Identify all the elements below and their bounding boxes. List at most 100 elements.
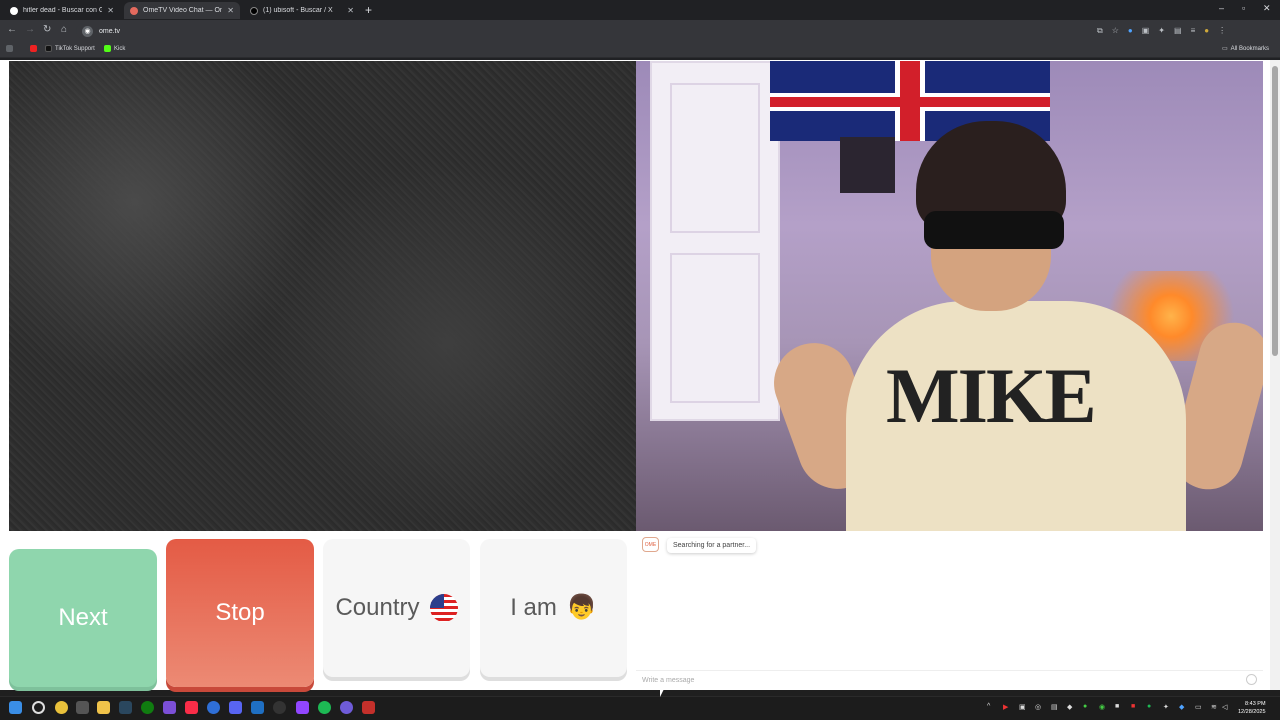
google-icon xyxy=(10,6,18,15)
app-icon[interactable] xyxy=(273,701,286,714)
bookmark-label: TikTok Support xyxy=(55,45,95,52)
music-icon[interactable] xyxy=(185,701,198,714)
bookmarks-bar xyxy=(0,42,1280,58)
chevron-up-icon[interactable]: ^ xyxy=(987,703,990,710)
tray-icon[interactable]: ● xyxy=(1083,703,1087,710)
twitch-icon[interactable] xyxy=(296,701,309,714)
tray-icon[interactable]: ◆ xyxy=(1067,703,1072,711)
tray-icon[interactable]: ◉ xyxy=(1099,703,1105,711)
tab-title: (1) ubisoft - Buscar / X xyxy=(263,7,333,14)
scrollbar-thumb[interactable] xyxy=(1272,66,1278,356)
tab-title: OmeTV Video Chat — Ome xyxy=(143,7,223,14)
tab-ometv[interactable]: OmeTV Video Chat — Ome ✕ xyxy=(124,2,240,19)
ometv-logo-icon: OME xyxy=(642,537,659,552)
bookmark-label: Kick xyxy=(114,45,126,52)
us-flag-icon xyxy=(429,594,458,622)
bookmark-kick[interactable]: Kick xyxy=(104,45,125,52)
app-icon[interactable] xyxy=(251,701,264,714)
next-button[interactable]: Next xyxy=(9,549,157,687)
file-explorer-icon[interactable] xyxy=(97,701,110,714)
app-icon[interactable] xyxy=(207,701,220,714)
new-tab-button[interactable]: + xyxy=(365,3,372,17)
tray-icon[interactable]: ◆ xyxy=(1179,703,1184,711)
bookmark-youtube[interactable] xyxy=(30,45,37,52)
window-close-icon[interactable]: ✕ xyxy=(1263,3,1271,14)
xbox-icon[interactable] xyxy=(141,701,154,714)
emoji-icon[interactable] xyxy=(1246,674,1257,685)
clock-date: 12/28/2025 xyxy=(1238,709,1266,715)
extension-icon[interactable]: ● xyxy=(1128,26,1133,36)
youtube-icon[interactable] xyxy=(362,701,375,714)
tray-icon[interactable]: ✦ xyxy=(1163,703,1169,711)
tab-x[interactable]: (1) ubisoft - Buscar / X ✕ xyxy=(244,2,360,19)
tab-google[interactable]: hitler dead - Buscar con Google ✕ xyxy=(4,2,120,19)
tray-icon[interactable]: ● xyxy=(1147,703,1151,710)
tab-search-icon[interactable]: ≡ xyxy=(1191,26,1196,36)
sidepanel-icon[interactable]: ▤ xyxy=(1174,26,1182,36)
tray-icon[interactable]: ▶ xyxy=(1003,703,1008,711)
person: MIKE xyxy=(762,121,1263,531)
gender-label: I am xyxy=(510,594,557,621)
close-icon[interactable]: ✕ xyxy=(107,6,114,15)
site-info-icon[interactable]: ◉ xyxy=(82,25,93,37)
stop-button[interactable]: Stop xyxy=(166,539,314,687)
home-icon[interactable]: ⌂ xyxy=(61,24,67,35)
stop-label: Stop xyxy=(215,599,265,626)
door xyxy=(650,61,780,421)
spotify-icon[interactable] xyxy=(318,701,331,714)
windows-start-icon[interactable] xyxy=(9,701,22,714)
tray-icon[interactable]: ■ xyxy=(1115,703,1119,710)
steam-icon[interactable] xyxy=(119,701,132,714)
bookmark-tiktok[interactable]: TikTok Support xyxy=(45,45,95,52)
mouse-cursor xyxy=(660,689,664,697)
back-icon[interactable]: ← xyxy=(7,24,17,35)
partner-video xyxy=(9,61,636,531)
toolbar-icons: ⧉ ☆ ● ▣ ✦ ▤ ≡ ● ⋮ xyxy=(1097,26,1226,36)
tray-icon[interactable]: ▭ xyxy=(1195,703,1202,711)
close-icon[interactable]: ✕ xyxy=(347,6,354,15)
maximize-icon[interactable]: ▫ xyxy=(1242,3,1245,13)
avatar[interactable]: ● xyxy=(1204,26,1209,36)
volume-icon[interactable]: ◁ xyxy=(1222,703,1227,711)
tray-icon[interactable]: ■ xyxy=(1131,703,1135,710)
app-icon[interactable] xyxy=(76,701,89,714)
country-button[interactable]: Country xyxy=(323,539,470,677)
install-icon[interactable]: ⧉ xyxy=(1097,26,1103,36)
address-bar[interactable]: ◉ ome.tv xyxy=(76,23,1136,39)
discord-icon[interactable] xyxy=(229,701,242,714)
own-camera-video: MIKE xyxy=(636,61,1263,531)
scrollbar[interactable] xyxy=(1270,60,1280,690)
status-text: Searching for a partner... xyxy=(673,542,751,549)
tray-icon[interactable]: ▤ xyxy=(1051,703,1058,711)
status-message: Searching for a partner... xyxy=(667,538,757,553)
shirt-text: MIKE xyxy=(886,352,1097,439)
gender-button[interactable]: I am 👦 xyxy=(480,539,627,677)
tab-title: hitler dead - Buscar con Google xyxy=(23,7,103,14)
extension-icon[interactable]: ▣ xyxy=(1142,26,1150,36)
tray-icon[interactable]: ◎ xyxy=(1035,703,1041,711)
close-icon[interactable]: ✕ xyxy=(227,6,234,15)
puzzle-icon[interactable]: ✦ xyxy=(1158,26,1165,36)
app-icon[interactable] xyxy=(163,701,176,714)
search-icon[interactable] xyxy=(32,701,45,714)
app-icon[interactable] xyxy=(340,701,353,714)
boy-icon: 👦 xyxy=(566,594,597,621)
wifi-icon[interactable]: ≋ xyxy=(1211,703,1217,711)
country-label: Country xyxy=(335,594,420,621)
tab-bar: hitler dead - Buscar con Google ✕ OmeTV … xyxy=(0,0,1280,20)
tray-icon[interactable]: ▣ xyxy=(1019,703,1026,711)
next-label: Next xyxy=(58,604,108,631)
apps-icon[interactable] xyxy=(6,45,13,52)
chrome-icon[interactable] xyxy=(55,701,68,714)
minimize-icon[interactable]: – xyxy=(1219,3,1224,13)
bookmark-label: All Bookmarks xyxy=(1230,45,1270,52)
reload-icon[interactable]: ↻ xyxy=(43,24,51,35)
forward-icon[interactable]: → xyxy=(25,24,35,35)
chat-panel xyxy=(636,531,1263,690)
all-bookmarks[interactable]: ▭ All Bookmarks xyxy=(1222,45,1270,53)
star-icon[interactable]: ☆ xyxy=(1112,26,1119,36)
menu-icon[interactable]: ⋮ xyxy=(1218,26,1226,36)
clock[interactable]: 8:43 PM 12/28/2025 xyxy=(1238,700,1266,716)
message-input[interactable]: Write a message xyxy=(636,670,1263,690)
x-icon xyxy=(250,6,258,15)
